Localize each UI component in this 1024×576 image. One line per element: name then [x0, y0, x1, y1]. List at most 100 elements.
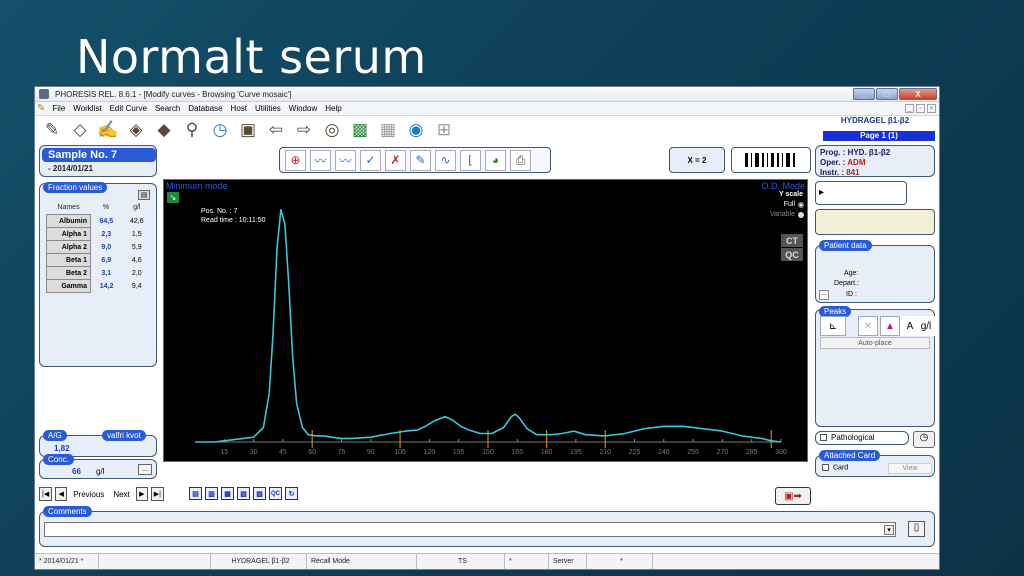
modify-curve-icon[interactable]: ✍ [97, 119, 119, 141]
auto-place-button[interactable]: Auto-place [820, 337, 930, 349]
view-mode-5-icon[interactable]: ▨ [253, 487, 266, 500]
conc-more-button[interactable]: ... [138, 464, 152, 475]
monitor-icon[interactable]: ▩ [349, 119, 371, 141]
mdi-minimize-icon[interactable]: _ [905, 104, 914, 113]
electrophoresis-chart[interactable]: 15 30 45 60 75 90 105 120 135 150 165 180 195 210 225 2… [163, 179, 808, 462]
peak-chart-icon[interactable]: ⊾ [820, 316, 846, 336]
curve-tool-2-icon[interactable]: 〰 [335, 149, 356, 171]
menu-help[interactable]: Help [321, 104, 345, 113]
qc-chart-button[interactable]: QC [781, 248, 803, 261]
fraction-name[interactable]: Alpha 1 [46, 227, 91, 241]
fraction-name[interactable]: Albumin [46, 214, 91, 228]
read-time: Read time : 10:11:50 [201, 217, 266, 224]
view-mode-2-icon[interactable]: ▥ [205, 487, 218, 500]
comments-input[interactable] [44, 522, 896, 537]
baseline-icon[interactable]: ⌊ [460, 149, 481, 171]
close-button[interactable]: X [899, 88, 937, 100]
zoom-icon[interactable]: ⊕ [285, 149, 306, 171]
patient-data-panel: Patient data Age: Depart.: ... ID : [815, 240, 935, 303]
menu-database[interactable]: Database [184, 104, 226, 113]
selection-box[interactable]: ▸ [815, 181, 907, 205]
network-icon[interactable]: ◉ [405, 119, 427, 141]
edit-pencil-icon[interactable]: ✎ [41, 119, 63, 141]
status-date: * 2014/01/21 * [35, 554, 99, 569]
delete-peak-icon[interactable]: ✗ [385, 149, 406, 171]
clock-button-icon[interactable]: ◷ [913, 431, 935, 448]
comments-dropdown-icon[interactable]: ▾ [884, 525, 894, 535]
phoresis-window: PHORESIS REL. 8.6.1 - [Modify curves - B… [34, 86, 940, 570]
fraction-name[interactable]: Beta 1 [46, 253, 91, 267]
status-ts: TS [417, 554, 505, 569]
pathological-checkbox[interactable] [820, 434, 827, 442]
menu-edit-curve[interactable]: Edit Curve [106, 104, 151, 113]
fraction-percent: 9,0 [101, 243, 112, 251]
next-icon[interactable]: ▶ [135, 487, 148, 501]
note-box[interactable] [815, 209, 935, 235]
variable-radio[interactable] [798, 212, 804, 218]
full-radio[interactable] [798, 202, 804, 208]
export-icon[interactable]: ▣ [237, 119, 259, 141]
menu-file[interactable]: File [48, 104, 69, 113]
fraction-percent: 3,1 [101, 269, 112, 277]
scan-icon[interactable]: ◆ [153, 119, 175, 141]
refresh-icon[interactable]: ↻ [285, 487, 298, 500]
view-mode-4-icon[interactable]: ▧ [237, 487, 250, 500]
card-checkbox[interactable] [822, 464, 829, 471]
peak-highlight-icon[interactable]: ▲ [880, 316, 900, 336]
first-icon[interactable]: |◀ [39, 487, 53, 501]
qc-button[interactable]: QC [269, 487, 282, 500]
calculator-icon[interactable]: ▤ [138, 190, 150, 200]
serum-curve[interactable] [195, 208, 782, 443]
peak-gl-button[interactable]: g/l [916, 316, 936, 336]
database-icon[interactable]: ◎ [321, 119, 343, 141]
mdi-close-icon[interactable]: × [927, 104, 936, 113]
prev-icon[interactable]: ◀ [55, 487, 68, 501]
slide-title: Normalt serum [76, 30, 427, 84]
menu-host[interactable]: Host [227, 104, 251, 113]
fraction-name[interactable]: Alpha 2 [46, 240, 91, 254]
fraction-gl: 42,6 [129, 217, 144, 225]
maximize-button[interactable]: □ [876, 88, 898, 100]
print-icon[interactable]: ⎙ [510, 149, 531, 171]
curve-tool-1-icon[interactable]: 〰 [310, 149, 331, 171]
menu-search[interactable]: Search [151, 104, 184, 113]
overlay-icon[interactable]: ∿ [435, 149, 456, 171]
edit-curve-icon[interactable]: ✎ [410, 149, 431, 171]
eraser-icon[interactable]: ◇ [69, 119, 91, 141]
menu-worklist[interactable]: Worklist [69, 104, 105, 113]
mdi-restore-icon[interactable]: ▫ [916, 104, 925, 113]
clock-icon[interactable]: ◷ [209, 119, 231, 141]
barcode-icon [745, 153, 795, 167]
x-tick-label: 75 [338, 449, 346, 456]
view-card-button[interactable]: View [888, 463, 932, 474]
arrow-left-icon[interactable]: ⇦ [265, 119, 287, 141]
pathological-row[interactable]: Pathological [815, 431, 909, 445]
computers-icon[interactable]: ⊞ [433, 119, 455, 141]
fraction-gl: 5,9 [131, 243, 142, 251]
add-peak-icon[interactable]: ✓ [360, 149, 381, 171]
new-document-icon[interactable]: ▯ [908, 521, 925, 537]
ct-button[interactable]: CT [781, 234, 803, 247]
program-header: HYDRAGEL β1-β2 [840, 116, 910, 125]
previous-button[interactable]: Previous [70, 490, 107, 499]
next-button[interactable]: Next [110, 490, 132, 499]
reference-icon[interactable]: ◕ [485, 149, 506, 171]
host-icon[interactable]: ▦ [377, 119, 399, 141]
menu-window[interactable]: Window [285, 104, 321, 113]
search-icon[interactable]: ⚲ [181, 119, 203, 141]
status-rest [653, 554, 939, 569]
view-mode-1-icon[interactable]: ▤ [189, 487, 202, 500]
view-mode-3-icon[interactable]: ▦ [221, 487, 234, 500]
arrow-right-icon[interactable]: ⇨ [293, 119, 315, 141]
menu-utilities[interactable]: Utilities [251, 104, 285, 113]
fraction-name[interactable]: Gamma [46, 279, 91, 293]
minimize-button[interactable]: _ [853, 88, 875, 100]
last-icon[interactable]: ▶| [150, 487, 164, 501]
x-tick-label: 45 [279, 449, 287, 456]
patient-more-button[interactable]: ... [819, 290, 829, 300]
collapse-arrow-icon[interactable]: ↘ [167, 192, 179, 203]
remove-peak-icon[interactable]: ✕ [858, 316, 878, 336]
tag-icon[interactable]: ◈ [125, 119, 147, 141]
fraction-name[interactable]: Beta 2 [46, 266, 91, 280]
save-export-button[interactable]: ▣➡ [775, 487, 811, 505]
